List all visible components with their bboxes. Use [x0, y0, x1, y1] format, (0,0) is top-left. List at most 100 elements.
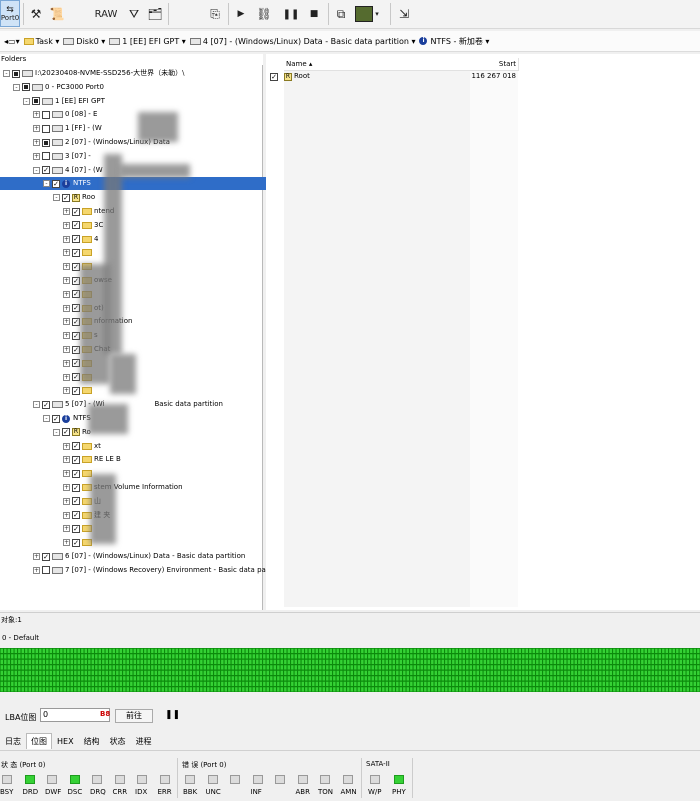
tree-node[interactable]: - 0 - PC3000 Port0	[13, 81, 104, 94]
tree-checkbox[interactable]	[42, 152, 50, 161]
tree-checkbox[interactable]: ✓	[42, 400, 50, 409]
tree-node[interactable]: + ✓ stem Volume Information	[63, 481, 183, 494]
filter-icon[interactable]: ⛛	[125, 2, 143, 26]
expand-icon[interactable]: +	[63, 373, 70, 381]
tree-checkbox[interactable]: ✓	[72, 262, 80, 271]
image-icon[interactable]: ▾	[354, 2, 380, 26]
tree-checkbox[interactable]: ✓	[72, 373, 80, 382]
copy-icon[interactable]: ⧉	[333, 2, 349, 26]
expand-icon[interactable]: +	[63, 208, 70, 215]
tree-node[interactable]: +1 [FF] - (W	[33, 122, 102, 135]
tree-checkbox[interactable]: ✓	[72, 207, 80, 216]
expand-icon[interactable]: +	[63, 221, 70, 229]
tree-node[interactable]: + ✓ 4	[63, 233, 98, 246]
collapse-icon[interactable]: -	[43, 180, 50, 188]
tab-bitmap[interactable]: 位图	[26, 733, 52, 749]
crumb-partition[interactable]: 4 [07] - (Windows/Linux) Data - Basic da…	[189, 37, 415, 46]
expand-icon[interactable]: +	[63, 304, 70, 312]
sector-map[interactable]	[0, 648, 700, 692]
expand-icon[interactable]: +	[33, 566, 40, 574]
tree-checkbox[interactable]: ✓	[72, 359, 80, 368]
tab-status[interactable]: 状态	[105, 733, 131, 750]
tree-checkbox[interactable]: ✓	[72, 290, 80, 299]
tree-checkbox[interactable]: ✓	[72, 524, 80, 533]
port0-button[interactable]: ⇆ Port0	[0, 0, 20, 27]
tree-node[interactable]: +3 [07] -	[33, 150, 91, 163]
expand-icon[interactable]: +	[63, 511, 70, 519]
tree-node[interactable]: + ✓	[63, 246, 94, 259]
crumb-task[interactable]: Task ▾	[23, 37, 59, 46]
tree-checkbox[interactable]: ✓	[72, 248, 80, 257]
tree-node[interactable]: + ✓ 3C	[63, 219, 103, 232]
tree-checkbox[interactable]: ✓	[72, 455, 80, 464]
expand-icon[interactable]: +	[63, 470, 70, 478]
expand-icon[interactable]: +	[33, 553, 40, 560]
tree-checkbox[interactable]: ✓	[72, 497, 80, 506]
go-button[interactable]: 前往	[115, 709, 153, 723]
tree-checkbox[interactable]: ✓	[72, 538, 80, 547]
collapse-icon[interactable]: -	[53, 194, 60, 202]
tree-checkbox[interactable]: ✓	[72, 235, 80, 244]
network-icon[interactable]: ⛓	[254, 2, 274, 26]
table-row[interactable]: ✓ R Root 116 267 018	[270, 70, 690, 83]
expand-icon[interactable]: +	[63, 277, 70, 284]
tree-checkbox[interactable]: ✓	[62, 193, 70, 202]
expand-icon[interactable]: +	[63, 456, 70, 464]
tree-checkbox[interactable]: ✓	[62, 428, 70, 437]
expand-icon[interactable]: +	[33, 125, 40, 133]
collapse-icon[interactable]: -	[43, 415, 50, 422]
tab-log[interactable]: 日志	[0, 733, 26, 750]
expand-icon[interactable]: +	[33, 111, 40, 119]
tree-checkbox[interactable]: ✓	[72, 317, 80, 326]
tree-node[interactable]: - 1 [EE] EFI GPT	[23, 95, 105, 108]
expand-icon[interactable]: +	[63, 249, 70, 257]
collapse-icon[interactable]: -	[13, 83, 20, 91]
scroll-icon[interactable]: 📜	[48, 2, 66, 26]
tree-node[interactable]: - ✓ 4 [07] - (W	[33, 164, 103, 177]
expand-icon[interactable]: +	[63, 525, 70, 533]
export-icon[interactable]: ⎘	[206, 2, 224, 26]
stop-icon[interactable]: ■	[307, 2, 321, 26]
tree-checkbox[interactable]: ✓	[52, 179, 60, 188]
collapse-icon[interactable]: -	[33, 166, 40, 174]
expand-icon[interactable]: +	[33, 152, 40, 160]
tree-checkbox[interactable]: ✓	[72, 345, 80, 354]
tree-checkbox[interactable]: ✓	[72, 442, 80, 451]
tree-checkbox[interactable]: ✓	[72, 511, 80, 520]
expand-icon[interactable]: +	[33, 139, 40, 146]
tree-checkbox[interactable]: ✓	[72, 331, 80, 340]
tree-checkbox[interactable]: ✓	[42, 552, 50, 561]
expand-icon[interactable]: +	[63, 497, 70, 505]
expand-icon[interactable]: +	[63, 263, 70, 271]
tree-checkbox[interactable]	[42, 138, 50, 147]
tree-node[interactable]: - ✓ i NTFS	[43, 412, 91, 425]
row-checkbox[interactable]: ✓	[270, 72, 278, 81]
tab-hex[interactable]: HEX	[52, 733, 79, 750]
expand-icon[interactable]: +	[63, 359, 70, 367]
expand-icon[interactable]: +	[63, 539, 70, 547]
expand-icon[interactable]: +	[63, 318, 70, 326]
tree-checkbox[interactable]: ✓	[72, 469, 80, 478]
tree-checkbox[interactable]: ✓	[72, 483, 80, 492]
tree-checkbox[interactable]: ✓	[72, 304, 80, 313]
collapse-icon[interactable]: -	[53, 428, 60, 436]
tree-checkbox[interactable]	[22, 83, 30, 92]
tab-process[interactable]: 进程	[131, 733, 157, 750]
tree-node[interactable]: + ✓	[63, 384, 94, 397]
tree-checkbox[interactable]: ✓	[72, 276, 80, 285]
expand-icon[interactable]: +	[63, 290, 70, 298]
play-icon[interactable]: ▶	[233, 2, 249, 26]
tree-node[interactable]: - ✓ R Roo	[53, 191, 95, 204]
tree-node[interactable]: +0 [08] - E	[33, 108, 97, 121]
tree-checkbox[interactable]	[32, 97, 40, 106]
tree-checkbox[interactable]	[12, 69, 20, 78]
bag-icon[interactable]: 🗂	[146, 2, 164, 26]
collapse-icon[interactable]: -	[3, 70, 10, 77]
crumb-back[interactable]: ◂▭▾	[4, 37, 20, 46]
tree-node[interactable]: + ✓ 6 [07] - (Windows/Linux) Data - Basic …	[33, 550, 245, 563]
crumb-ntfs[interactable]: i NTFS - 新加卷 ▾	[419, 36, 489, 47]
collapse-icon[interactable]: -	[33, 401, 40, 409]
pause-icon[interactable]: ❚❚	[283, 2, 300, 26]
expand-icon[interactable]: +	[63, 235, 70, 243]
crumb-disk[interactable]: Disk0 ▾	[63, 37, 105, 46]
